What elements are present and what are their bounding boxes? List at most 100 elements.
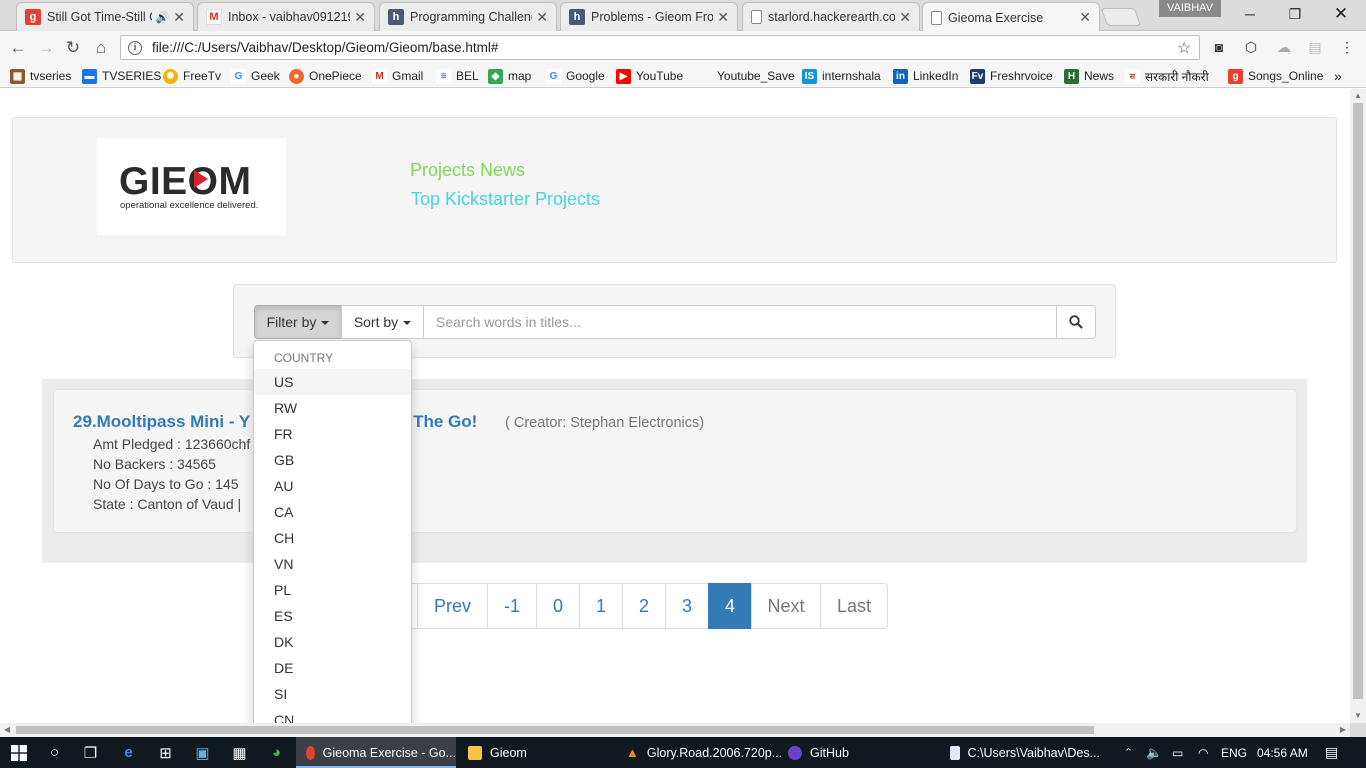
scroll-up-icon[interactable]: ▲ [1350, 89, 1366, 103]
close-icon[interactable]: ✕ [536, 9, 548, 26]
bookmark-item[interactable]: ▬ TVSERIES [82, 67, 161, 85]
extension-cloud-icon[interactable]: ☁ [1275, 38, 1293, 56]
dropdown-item-country[interactable]: GB [254, 447, 411, 473]
taskbar-app-vlc[interactable]: ▲ Glory.Road.2006.720p... [616, 737, 782, 768]
dropdown-item-country[interactable]: RW [254, 395, 411, 421]
dropdown-item-country[interactable]: FR [254, 421, 411, 447]
action-center-icon[interactable]: ▤ [1325, 737, 1338, 768]
taskbar-app-folder[interactable]: Gieom [458, 737, 618, 768]
close-icon[interactable]: ✕ [717, 9, 729, 26]
browser-tab[interactable]: g Still Got Time-Still G 🔊 ✕ [16, 2, 194, 31]
bookmark-item[interactable]: Youtube_Save [717, 67, 795, 85]
horizontal-scrollbar[interactable]: ◀ ▶ [0, 723, 1350, 737]
dropdown-item-country[interactable]: SI [254, 681, 411, 707]
bookmark-item[interactable]: G Google [546, 67, 605, 85]
pagination-next[interactable]: Next [751, 583, 821, 629]
clock[interactable]: 04:56 AM [1257, 737, 1308, 768]
project-title[interactable]: 29.Mooltipass Mini - Y [73, 412, 250, 432]
scroll-left-icon[interactable]: ◀ [0, 723, 14, 737]
battery-icon[interactable]: ▭ [1172, 737, 1183, 768]
nav-link-top-kickstarter[interactable]: Top Kickstarter Projects [411, 189, 600, 210]
search-button[interactable] [1056, 305, 1096, 339]
minimize-icon[interactable]: ─ [1227, 0, 1273, 28]
pagination-last[interactable]: Last [820, 583, 888, 629]
pagination-prev[interactable]: Prev [417, 583, 488, 629]
taskbar-app-chrome[interactable]: Gieoma Exercise - Go... [296, 737, 456, 768]
bookmark-star-icon[interactable]: ☆ [1177, 38, 1199, 58]
window-close-icon[interactable]: ✕ [1318, 0, 1364, 28]
close-icon[interactable]: ✕ [899, 9, 911, 26]
horizontal-scroll-thumb[interactable] [16, 726, 1094, 734]
address-bar[interactable]: i file:///C:/Users/Vaibhav/Desktop/Gieom… [120, 35, 1200, 60]
dropdown-item-country[interactable]: DE [254, 655, 411, 681]
extension-glasses-icon[interactable]: ◙ [1210, 38, 1228, 56]
home-icon[interactable]: ⌂ [90, 37, 112, 59]
scroll-down-icon[interactable]: ▼ [1350, 709, 1366, 723]
pc-icon[interactable]: ▣ [184, 737, 221, 768]
browser-tab-active[interactable]: Gieoma Exercise ✕ [922, 2, 1100, 32]
filter-by-button[interactable]: Filter by [254, 305, 342, 339]
sort-by-button[interactable]: Sort by [341, 305, 424, 339]
dropdown-item-country[interactable]: ES [254, 603, 411, 629]
reload-icon[interactable]: ↻ [62, 37, 84, 59]
cortana-icon[interactable]: ○ [36, 737, 73, 768]
browser-tab[interactable]: h Problems - Gieom Fron ✕ [560, 2, 738, 31]
browser-tab[interactable]: M Inbox - vaibhav091219 ✕ [197, 2, 375, 31]
volume-icon[interactable]: 🔈 [1146, 737, 1162, 768]
pagination-page[interactable]: 3 [665, 583, 709, 629]
pagination-page[interactable]: 1 [579, 583, 623, 629]
search-input[interactable]: Search words in titles... [423, 305, 1057, 339]
pagination-page[interactable]: -1 [487, 583, 537, 629]
bookmark-item[interactable]: G Geek [231, 67, 280, 85]
bookmark-item[interactable]: स सरकारी नौकरी [1125, 67, 1209, 85]
language-indicator[interactable]: ENG [1221, 737, 1247, 768]
windows-start-icon[interactable] [0, 737, 37, 768]
pagination-page-active[interactable]: 4 [708, 583, 752, 629]
scroll-right-icon[interactable]: ▶ [1336, 723, 1350, 737]
calculator-icon[interactable]: ▦ [221, 737, 258, 768]
dropdown-item-country[interactable]: US [254, 369, 411, 395]
dropdown-item-country[interactable]: CA [254, 499, 411, 525]
dropdown-item-country[interactable]: VN [254, 551, 411, 577]
photos-icon[interactable]: ◕ [258, 737, 295, 768]
forward-arrow-icon[interactable]: → [35, 37, 57, 59]
vertical-scroll-thumb[interactable] [1353, 103, 1363, 699]
bookmarks-overflow-icon[interactable]: » [1334, 67, 1342, 85]
dropdown-item-country[interactable]: PL [254, 577, 411, 603]
audio-speaker-icon[interactable]: 🔊 [156, 11, 170, 24]
url-text[interactable]: file:///C:/Users/Vaibhav/Desktop/Gieom/G… [152, 40, 1177, 55]
task-view-icon[interactable]: ❐ [72, 737, 109, 768]
chrome-menu-icon[interactable]: ⋮ [1338, 38, 1356, 56]
nav-link-projects-news[interactable]: Projects News [410, 160, 525, 181]
tray-overflow-icon[interactable]: ⌃ [1124, 737, 1133, 768]
store-icon[interactable]: ⊞ [147, 737, 184, 768]
close-icon[interactable]: ✕ [173, 9, 185, 26]
dropdown-item-country[interactable]: CH [254, 525, 411, 551]
bookmark-item[interactable]: ● OnePiece [289, 67, 362, 85]
taskbar-app-notepad[interactable]: C:\Users\Vaibhav\Des... [940, 737, 1100, 768]
new-tab-button[interactable] [1100, 8, 1142, 26]
pagination-page[interactable]: 2 [622, 583, 666, 629]
bookmark-item[interactable]: ≡ BEL [436, 67, 479, 85]
bookmark-item[interactable]: Fv Freshrvoice [970, 67, 1053, 85]
dropdown-item-country[interactable]: AU [254, 473, 411, 499]
dropdown-item-country[interactable]: CN [254, 707, 411, 723]
bookmark-item[interactable]: ▶ YouTube [616, 67, 683, 85]
edge-icon[interactable]: e [110, 737, 147, 768]
bookmark-item[interactable]: ▦ tvseries [10, 67, 71, 85]
bookmark-item[interactable]: g Songs_Online [1228, 67, 1323, 85]
bookmark-item[interactable]: ✹ FreeTv [163, 67, 221, 85]
restore-icon[interactable]: ❐ [1272, 0, 1318, 28]
info-icon[interactable]: i [128, 40, 142, 55]
browser-tab[interactable]: starlord.hackerearth.co ✕ [742, 2, 920, 31]
taskbar-app-github[interactable]: GitHub [778, 737, 938, 768]
gieom-logo[interactable]: GIEOM operational excellence delivered. [97, 138, 286, 235]
pagination-page[interactable]: 0 [536, 583, 580, 629]
bookmark-item[interactable]: IS internshala [802, 67, 881, 85]
extension-cube-icon[interactable]: ⬡ [1242, 38, 1260, 56]
bookmark-item[interactable]: ◆ map [488, 67, 531, 85]
vertical-scrollbar[interactable]: ▲ ▼ [1350, 89, 1366, 723]
wifi-icon[interactable]: ◠ [1198, 737, 1208, 768]
bookmark-item[interactable]: H News [1064, 67, 1114, 85]
dropdown-item-country[interactable]: DK [254, 629, 411, 655]
